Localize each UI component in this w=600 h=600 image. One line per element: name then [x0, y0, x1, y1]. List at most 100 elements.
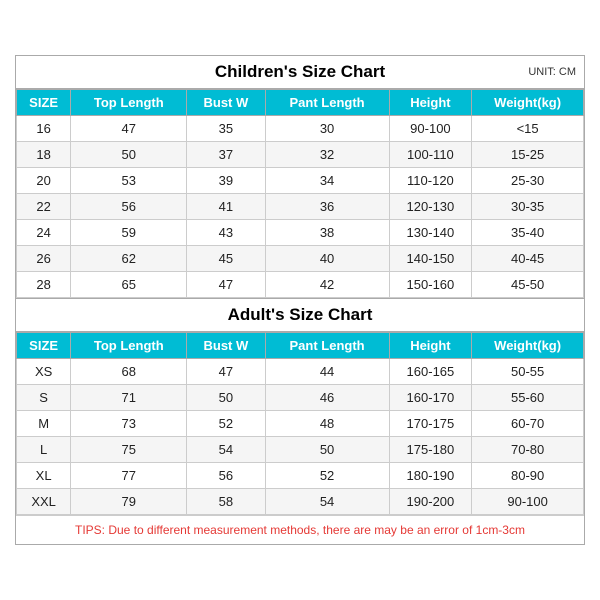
table-cell: 22: [17, 194, 71, 220]
table-cell: 18: [17, 142, 71, 168]
table-cell: 180-190: [389, 463, 472, 489]
table-row: XS684744160-16550-55: [17, 359, 584, 385]
table-cell: 40: [265, 246, 389, 272]
table-cell: 54: [265, 489, 389, 515]
table-cell: 47: [187, 272, 265, 298]
table-cell: 32: [265, 142, 389, 168]
table-cell: 16: [17, 116, 71, 142]
table-cell: 20: [17, 168, 71, 194]
table-cell: 15-25: [472, 142, 584, 168]
table-cell: 77: [71, 463, 187, 489]
table-cell: 50: [71, 142, 187, 168]
table-row: 28654742150-16045-50: [17, 272, 584, 298]
table-cell: 25-30: [472, 168, 584, 194]
adult-tbody: XS684744160-16550-55S715046160-17055-60M…: [17, 359, 584, 515]
table-cell: 54: [187, 437, 265, 463]
table-row: XL775652180-19080-90: [17, 463, 584, 489]
table-row: 1647353090-100<15: [17, 116, 584, 142]
tips-row: TIPS: Due to different measurement metho…: [16, 515, 584, 544]
table-cell: 43: [187, 220, 265, 246]
col-header-weight: Weight(kg): [472, 90, 584, 116]
table-cell: 56: [71, 194, 187, 220]
table-cell: 53: [71, 168, 187, 194]
table-cell: 40-45: [472, 246, 584, 272]
table-cell: 38: [265, 220, 389, 246]
table-cell: 45: [187, 246, 265, 272]
table-cell: 110-120: [389, 168, 472, 194]
table-row: L755450175-18070-80: [17, 437, 584, 463]
adult-col-top-length: Top Length: [71, 333, 187, 359]
table-cell: 90-100: [389, 116, 472, 142]
table-cell: <15: [472, 116, 584, 142]
table-cell: XL: [17, 463, 71, 489]
table-cell: 30: [265, 116, 389, 142]
table-cell: S: [17, 385, 71, 411]
table-cell: 70-80: [472, 437, 584, 463]
table-cell: 35-40: [472, 220, 584, 246]
table-cell: 73: [71, 411, 187, 437]
adult-header-row: SIZE Top Length Bust W Pant Length Heigh…: [17, 333, 584, 359]
adult-col-pant-length: Pant Length: [265, 333, 389, 359]
table-cell: 50: [187, 385, 265, 411]
table-cell: 160-170: [389, 385, 472, 411]
table-cell: 68: [71, 359, 187, 385]
table-cell: 55-60: [472, 385, 584, 411]
table-cell: 24: [17, 220, 71, 246]
adult-table: SIZE Top Length Bust W Pant Length Heigh…: [16, 332, 584, 515]
table-row: 22564136120-13030-35: [17, 194, 584, 220]
table-cell: 170-175: [389, 411, 472, 437]
adult-title-row: Adult's Size Chart: [16, 298, 584, 332]
table-cell: 42: [265, 272, 389, 298]
children-title-row: Children's Size Chart UNIT: CM: [16, 56, 584, 89]
col-header-top-length: Top Length: [71, 90, 187, 116]
children-tbody: 1647353090-100<1518503732100-11015-25205…: [17, 116, 584, 298]
table-cell: 36: [265, 194, 389, 220]
table-cell: 52: [265, 463, 389, 489]
table-cell: 160-165: [389, 359, 472, 385]
table-cell: 90-100: [472, 489, 584, 515]
table-cell: 58: [187, 489, 265, 515]
table-cell: M: [17, 411, 71, 437]
table-cell: 56: [187, 463, 265, 489]
table-cell: 60-70: [472, 411, 584, 437]
table-cell: 130-140: [389, 220, 472, 246]
table-cell: 79: [71, 489, 187, 515]
table-cell: 35: [187, 116, 265, 142]
table-row: 20533934110-12025-30: [17, 168, 584, 194]
table-cell: 47: [71, 116, 187, 142]
adult-col-height: Height: [389, 333, 472, 359]
table-cell: XXL: [17, 489, 71, 515]
table-cell: 37: [187, 142, 265, 168]
table-cell: 46: [265, 385, 389, 411]
table-cell: 100-110: [389, 142, 472, 168]
table-row: M735248170-17560-70: [17, 411, 584, 437]
adult-col-size: SIZE: [17, 333, 71, 359]
table-cell: 80-90: [472, 463, 584, 489]
table-cell: 175-180: [389, 437, 472, 463]
table-cell: 65: [71, 272, 187, 298]
table-row: 24594338130-14035-40: [17, 220, 584, 246]
table-cell: 52: [187, 411, 265, 437]
chart-wrapper: Children's Size Chart UNIT: CM SIZE Top …: [15, 55, 585, 545]
table-cell: 140-150: [389, 246, 472, 272]
col-header-size: SIZE: [17, 90, 71, 116]
table-cell: XS: [17, 359, 71, 385]
tips-text: TIPS: Due to different measurement metho…: [75, 523, 525, 537]
table-cell: 41: [187, 194, 265, 220]
table-row: 26624540140-15040-45: [17, 246, 584, 272]
children-title: Children's Size Chart: [215, 62, 385, 82]
table-cell: 48: [265, 411, 389, 437]
table-cell: 50-55: [472, 359, 584, 385]
table-cell: 120-130: [389, 194, 472, 220]
table-cell: 45-50: [472, 272, 584, 298]
table-cell: L: [17, 437, 71, 463]
table-cell: 34: [265, 168, 389, 194]
table-cell: 190-200: [389, 489, 472, 515]
col-header-height: Height: [389, 90, 472, 116]
unit-label: UNIT: CM: [528, 66, 576, 78]
adult-title: Adult's Size Chart: [228, 305, 373, 325]
table-cell: 26: [17, 246, 71, 272]
table-cell: 50: [265, 437, 389, 463]
adult-col-weight: Weight(kg): [472, 333, 584, 359]
table-cell: 30-35: [472, 194, 584, 220]
